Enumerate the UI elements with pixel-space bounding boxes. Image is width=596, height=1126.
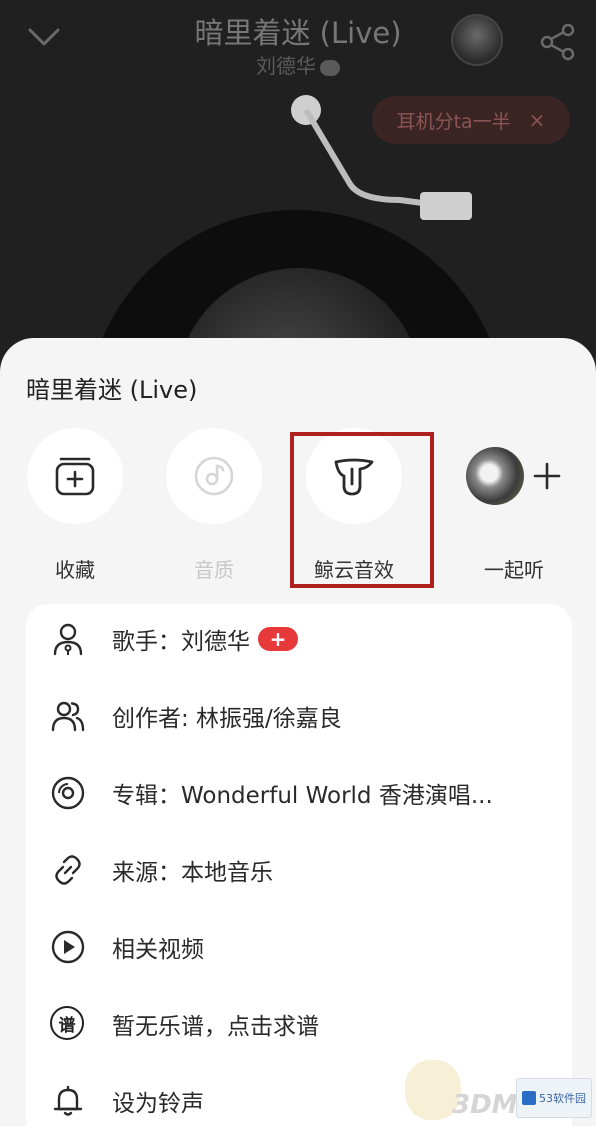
listen-together-button[interactable]: 一起听: [444, 428, 584, 583]
song-info-list: 歌手：刘德华 + 创作者: 林振强/徐嘉良 专辑：Wonderful World…: [26, 604, 572, 1126]
avatar[interactable]: [451, 14, 503, 66]
score-icon-glyph: 谱: [50, 1006, 84, 1040]
listen-together-row: [444, 428, 584, 524]
singer-text: 歌手：刘德华: [112, 629, 250, 655]
site-watermark: 53软件园: [516, 1078, 592, 1118]
follow-artist-badge[interactable]: +: [258, 627, 298, 651]
score-icon: 谱: [50, 1006, 86, 1042]
player-song-title: 暗里着迷 (Live): [194, 16, 402, 50]
plus-icon: [533, 462, 561, 490]
player-artist-name: 刘德华: [256, 54, 316, 78]
annotation-highlight-box: [290, 432, 434, 588]
singer-icon: [53, 623, 83, 656]
source-row[interactable]: 来源：本地音乐: [26, 835, 572, 905]
ringtone-text: 设为铃声: [112, 1091, 204, 1117]
collect-button[interactable]: 收藏: [5, 428, 145, 583]
close-icon[interactable]: ×: [529, 108, 546, 132]
3dm-watermark: 3DM: [452, 1090, 518, 1120]
collect-label: 收藏: [55, 558, 95, 582]
collect-circle: [27, 428, 123, 524]
album-icon: [51, 776, 85, 810]
song-menu-sheet: 暗里着迷 (Live) 收藏 音质 鲸云音效 一起听 歌手：刘德华 + 创作者:…: [0, 338, 596, 1126]
creators-row[interactable]: 创作者: 林振强/徐嘉良: [26, 681, 572, 751]
bell-icon: [53, 1085, 83, 1116]
listen-together-label: 一起听: [484, 558, 544, 582]
site-watermark-text: 53软件园: [539, 1092, 586, 1105]
share-icon[interactable]: [538, 22, 578, 62]
sheet-title: 暗里着迷 (Live): [26, 376, 198, 404]
album-text: 专辑：Wonderful World 香港演唱...: [112, 783, 493, 809]
singer-row[interactable]: 歌手：刘德华 +: [26, 604, 572, 674]
quality-label: 音质: [194, 558, 234, 582]
quality-button[interactable]: 音质: [144, 428, 284, 583]
quick-actions: 收藏 音质 鲸云音效 一起听: [0, 428, 596, 588]
video-icon: [51, 930, 85, 964]
score-row[interactable]: 谱 暂无乐谱，点击求谱: [26, 989, 572, 1059]
related-video-row[interactable]: 相关视频: [26, 912, 572, 982]
creators-icon: [51, 701, 85, 732]
score-text: 暂无乐谱，点击求谱: [112, 1014, 319, 1040]
related-video-text: 相关视频: [112, 937, 204, 963]
friend-avatar: [466, 447, 524, 505]
source-text: 来源：本地音乐: [112, 860, 273, 886]
follow-badge: [320, 59, 340, 76]
quality-circle: [166, 428, 262, 524]
site-logo-icon: [522, 1091, 536, 1105]
creators-text: 创作者: 林振强/徐嘉良: [112, 706, 342, 732]
player-artist[interactable]: 刘德华: [0, 50, 596, 79]
album-row[interactable]: 专辑：Wonderful World 香港演唱...: [26, 758, 572, 828]
quality-icon: [194, 456, 234, 496]
link-icon: [55, 855, 81, 885]
add-folder-icon: [55, 457, 95, 496]
